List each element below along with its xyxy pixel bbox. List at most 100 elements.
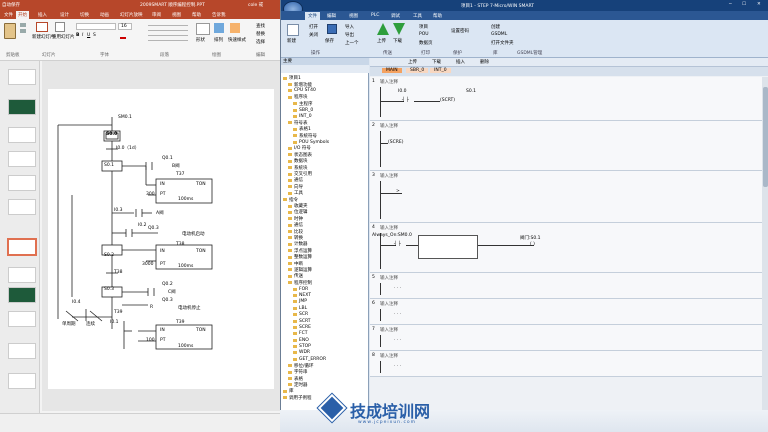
select-button[interactable]: 选择 — [256, 39, 265, 45]
prev-button[interactable]: 上一个 — [345, 40, 359, 46]
network-comment[interactable]: 输入注释 — [380, 327, 398, 333]
open-folder-button[interactable]: 打开文件夹 — [491, 40, 514, 46]
network[interactable]: 5 输入注释 . . . — [370, 273, 762, 299]
contact-address[interactable]: I0.0 — [398, 89, 406, 94]
save-icon[interactable] — [327, 24, 337, 34]
new-project-icon[interactable] — [287, 24, 299, 36]
mw-close-icon[interactable]: ✕ — [757, 2, 761, 7]
ppt-autosave-label[interactable]: 自动保存 — [2, 2, 20, 8]
coil-symbol[interactable]: ( ) — [530, 242, 535, 247]
ppt-tab-transitions[interactable]: 切换 — [80, 12, 89, 18]
network[interactable]: 1 输入注释 I0.0 ┤ ├ S0.1 (SCRT) — [370, 77, 762, 121]
bold-icon[interactable]: B — [76, 33, 79, 38]
network-comment[interactable]: 输入注释 — [380, 275, 398, 281]
slide-thumb-11[interactable] — [8, 343, 36, 359]
replace-button[interactable]: 替换 — [256, 31, 265, 37]
empty-placeholder[interactable]: . . . — [394, 363, 401, 368]
mw-menu-help[interactable]: 帮助 — [433, 13, 442, 19]
coil-symbol[interactable]: (SCRT) — [440, 98, 455, 103]
quick-style-label[interactable]: 快速样式 — [228, 37, 246, 43]
new-project-label[interactable]: 新建 — [287, 38, 296, 44]
network-comment[interactable]: 输入注释 — [380, 225, 398, 231]
upload-label[interactable]: 上传 — [377, 38, 386, 44]
slide-thumb-4[interactable] — [8, 151, 36, 167]
save-label[interactable]: 保存 — [325, 38, 334, 44]
network-comment[interactable]: 输入注释 — [380, 353, 398, 359]
gsdml-button[interactable]: GSDML — [491, 32, 507, 37]
mw-menu-debug[interactable]: 调试 — [391, 13, 400, 19]
new-slide-icon[interactable] — [36, 22, 48, 32]
mw-menu-plc[interactable]: PLC — [371, 13, 379, 18]
ppt-tab-review[interactable]: 审阅 — [152, 12, 161, 18]
quick-style-icon[interactable] — [230, 23, 240, 33]
mw-menu-tools[interactable]: 工具 — [413, 13, 422, 19]
coil-symbol[interactable]: (SCRE) — [388, 140, 403, 145]
ppt-tab-home[interactable]: 开始 — [16, 11, 29, 19]
coil-address[interactable]: S0.1 — [466, 89, 476, 94]
strike-icon[interactable]: S — [93, 33, 96, 38]
tab-sbr0[interactable]: SBR_0 — [406, 68, 429, 73]
shapes-label[interactable]: 形状 — [196, 37, 205, 43]
tb-insert[interactable]: 插入 — [456, 59, 465, 65]
ppt-tab-file[interactable]: 文件 — [4, 12, 13, 18]
contact-symbol[interactable]: ┤ ├ — [402, 98, 409, 103]
tb-delete[interactable]: 删除 — [480, 59, 489, 65]
slide-thumb-1[interactable] — [8, 69, 36, 85]
slide-thumb-6[interactable] — [8, 199, 36, 215]
mw-maximize-icon[interactable]: ☐ — [742, 2, 746, 7]
network-comment[interactable]: 输入注释 — [380, 123, 398, 129]
contact-symbol[interactable]: ┤ ├ — [394, 242, 401, 247]
ppt-tab-slideshow[interactable]: 幻灯片放映 — [120, 12, 143, 18]
download-label[interactable]: 下载 — [393, 38, 402, 44]
find-button[interactable]: 查找 — [256, 23, 265, 29]
shapes-icon[interactable] — [196, 23, 210, 35]
mw-menu-file[interactable]: 文件 — [305, 12, 320, 20]
export-button[interactable]: 导出 — [345, 32, 354, 38]
cut-icon[interactable] — [20, 23, 26, 27]
network-comment[interactable]: 输入注释 — [380, 79, 398, 85]
close-button[interactable]: 关闭 — [309, 32, 318, 38]
slide-thumb-9[interactable] — [8, 287, 36, 303]
underline-icon[interactable]: U — [87, 33, 90, 38]
slide-thumbnail-pane[interactable] — [0, 61, 40, 413]
network[interactable]: 3 输入注释 > — [370, 171, 762, 223]
reuse-slide-label[interactable]: 重用幻灯片 — [52, 34, 75, 40]
network[interactable]: 6 输入注释 . . . — [370, 299, 762, 325]
tb-upload[interactable]: 上传 — [408, 59, 417, 65]
open-button[interactable]: 打开 — [309, 24, 318, 30]
ppt-tab-help[interactable]: 帮助 — [192, 12, 201, 18]
editor-scroll-thumb[interactable] — [763, 87, 768, 187]
slide-thumb-7[interactable] — [8, 239, 36, 255]
ppt-tab-design[interactable]: 设计 — [60, 12, 69, 18]
set-password-button[interactable]: 设置密码 — [451, 28, 469, 34]
import-button[interactable]: 导入 — [345, 24, 354, 30]
network[interactable]: 2 输入注释 (SCRE) — [370, 121, 762, 171]
slide-thumb-5[interactable] — [8, 175, 36, 191]
contact-address[interactable]: Always_On:SM0.0 — [372, 233, 412, 238]
slide-thumb-3[interactable] — [8, 127, 36, 143]
arrange-icon[interactable] — [214, 23, 224, 33]
tab-main[interactable]: MAIN — [382, 68, 402, 73]
paragraph-icons[interactable] — [148, 23, 188, 41]
data-page-button[interactable]: 数据页 — [419, 40, 433, 46]
mw-menu-edit[interactable]: 编辑 — [327, 13, 336, 19]
empty-box-instruction[interactable] — [418, 235, 478, 259]
slide-thumb-10[interactable] — [8, 311, 36, 327]
copy-icon[interactable] — [20, 29, 26, 33]
arrow-symbol[interactable]: > — [396, 189, 400, 194]
network[interactable]: 8 输入注释 . . . — [370, 351, 762, 377]
upload-icon[interactable] — [377, 23, 389, 35]
font-name-box[interactable] — [76, 23, 116, 30]
download-icon[interactable] — [393, 23, 405, 35]
editor-scrollbar[interactable] — [762, 77, 768, 410]
empty-placeholder[interactable]: . . . — [394, 311, 401, 316]
project-print-button[interactable]: 项目 — [419, 24, 428, 30]
reuse-slide-icon[interactable] — [55, 22, 65, 32]
paste-icon[interactable] — [4, 23, 16, 39]
font-size-box[interactable]: 16 — [118, 23, 132, 30]
ppt-tab-tellme[interactable]: 告诉我 — [212, 12, 226, 18]
coil-address[interactable]: 阀门:S0.1 — [520, 235, 541, 241]
arrange-label[interactable]: 排列 — [214, 37, 223, 43]
empty-placeholder[interactable]: . . . — [394, 337, 401, 342]
create-lib-button[interactable]: 创建 — [491, 24, 500, 30]
